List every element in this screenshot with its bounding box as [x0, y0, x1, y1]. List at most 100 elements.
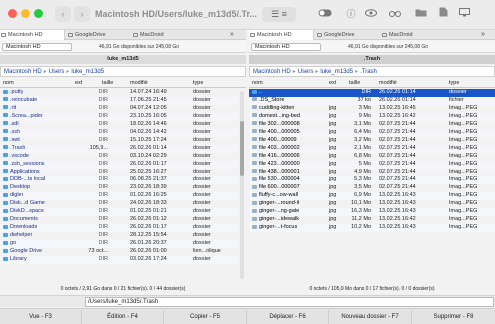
table-row[interactable]: ginger-...t-focus jpg 10,2 Mo 13.02.25 16:4… [249, 224, 495, 233]
more-tabs-icon[interactable]: » [228, 30, 242, 40]
header-size[interactable]: taille [349, 79, 360, 88]
table-row[interactable]: ginger-...round-it jpg 10,1 Mo 13.02.25 16:… [249, 200, 495, 208]
cell-name: cuddling-kitten [252, 105, 294, 113]
table-row[interactable]: file 530...000004 jpg 5,3 Mo 02.07.25 21:44… [249, 176, 495, 185]
header-modified[interactable]: modifié [130, 79, 148, 88]
table-row[interactable]: ginger-...ng-gate jpg 16,3 Mo 13.02.25 16:4… [249, 208, 495, 217]
left-file-list[interactable]: .putty DIR 14.07.24 16:49 dossier .reincubat… [0, 89, 238, 280]
command-line-input[interactable]: /Users/luke_m13d5/.Trash [85, 297, 494, 307]
edit-button[interactable]: Édition - F4 [82, 310, 164, 324]
crumb-users[interactable]: Users [49, 69, 65, 75]
right-tab-googledrive[interactable]: GoogleDrive [316, 30, 379, 40]
table-row[interactable]: Library DIR 03.02.26 17:24 dossier [0, 256, 238, 264]
delete-button[interactable]: Supprimer - F8 [412, 310, 495, 324]
folder-icon[interactable] [414, 7, 428, 22]
grid-view-icon[interactable]: ≡ [282, 9, 287, 19]
table-row[interactable]: Applications DIR 25.02.25 16:27 dossier [0, 169, 238, 177]
table-row[interactable]: .DS_Store 37 ko 26.02.26 01:14 fichier [249, 96, 495, 105]
table-row[interactable]: .sdl DIR 18.02.26 14:46 dossier [0, 121, 238, 129]
left-tab-macdroid[interactable]: MacDroid [132, 30, 192, 40]
header-modified[interactable]: modifié [379, 79, 397, 88]
table-row[interactable]: Documents DIR 26.02.26 01:12 dossier [0, 216, 238, 224]
right-file-list[interactable]: .. DIR 26.02.26 01:14 dossier .DS_Store 37 ko… [249, 89, 495, 280]
view-mode-toggle[interactable]: ☰ ≡ [262, 7, 296, 22]
table-row[interactable]: .swt DIR 15.10.25 17:24 dossier [0, 137, 238, 145]
table-row[interactable]: cuddling-kitten jpg 3 Mo 13.02.25 16:45 Imag… [249, 105, 495, 113]
zoom-window-button[interactable] [34, 9, 43, 18]
table-row[interactable]: Google Drive 73 oct... 26.02.26 01:00 lien.… [0, 248, 238, 256]
cell-date: 26.02.26 01:12 [130, 216, 167, 223]
left-tab-googledrive[interactable]: GoogleDrive [67, 30, 130, 40]
toggle-icon[interactable] [317, 7, 333, 22]
left-drive-select[interactable]: Macintosh HD [2, 43, 72, 51]
left-scrollbar[interactable] [240, 91, 244, 279]
table-row[interactable]: .Screa...pider DIR 23.10.25 16:05 dossier [0, 112, 238, 121]
forward-icon[interactable]: › [74, 6, 90, 22]
table-row[interactable]: Disk...d Game DIR 24.02.26 18:33 dossier [0, 200, 238, 208]
file-icon[interactable] [436, 7, 450, 22]
table-row[interactable]: file 302...000008 jpg 3,1 Mo 02.07.25 21:44… [249, 121, 495, 129]
list-view-icon[interactable]: ☰ [271, 9, 279, 19]
right-tab-macintosh-hd[interactable]: Macintosh HD [249, 30, 314, 40]
table-row[interactable]: .vscode DIR 03.10.24 02:29 dossier [0, 153, 238, 161]
table-row[interactable]: file 400...00009 jpg 3,2 Mo 02.07.25 21:44 I… [249, 137, 495, 145]
view-button[interactable]: Vue - F3 [0, 310, 82, 324]
minimize-window-button[interactable] [21, 9, 30, 18]
folder-icon [3, 240, 8, 245]
right-tab-macdroid[interactable]: MacDroid [381, 30, 441, 40]
header-type[interactable]: type [193, 79, 203, 88]
table-row[interactable]: .. DIR 26.02.26 01:14 dossier [249, 89, 495, 97]
table-row[interactable]: DDB-...ts local DIR 06.08.25 21:37 dossier [0, 176, 238, 185]
table-row[interactable]: file 600...000007 jpg 3,5 Mo 02.07.25 21:44… [249, 184, 495, 192]
left-tab-macintosh-hd[interactable]: Macintosh HD [0, 30, 65, 40]
binoculars-icon[interactable] [388, 7, 402, 22]
table-row[interactable]: Desktop DIR 23.02.26 18:39 dossier [0, 184, 238, 192]
header-ext[interactable]: ext [75, 79, 82, 88]
table-row[interactable]: .reincubate DIR 17.06.25 21:45 dossier [0, 96, 238, 105]
table-row[interactable]: fluffy-c...ow-wall jpg 6,9 Mo 13.02.25 16:4… [249, 192, 495, 201]
crumb-trash[interactable]: .Trash [360, 69, 377, 75]
right-drive-select[interactable]: Macintosh HD [251, 43, 321, 51]
folder-icon [3, 153, 8, 158]
close-window-button[interactable] [8, 9, 17, 18]
header-name[interactable]: nom [3, 79, 14, 88]
monitor-icon[interactable] [457, 7, 471, 22]
table-row[interactable]: dwhelper DIR 28.12.25 15:54 dossier [0, 232, 238, 240]
table-row[interactable]: .ssh DIR 04.02.26 14:42 dossier [0, 128, 238, 137]
table-row[interactable]: file 400...000005 jpg 6,4 Mo 02.07.25 21:44… [249, 128, 495, 137]
table-row[interactable]: .zsh_sessions DIR 26.02.26 01:17 dossier [0, 160, 238, 169]
table-row[interactable]: go DIR 26.01.26 20:37 dossier [0, 240, 238, 249]
left-scroll-thumb[interactable] [240, 121, 244, 176]
header-size[interactable]: taille [102, 79, 113, 88]
eye-icon[interactable] [364, 7, 378, 22]
file-name: file 530...000004 [259, 176, 300, 183]
new-folder-button[interactable]: Nouveau dossier - F7 [329, 310, 412, 324]
table-row[interactable]: file 416...000006 jpg 6,8 Mo 02.07.25 21:44… [249, 153, 495, 161]
copy-button[interactable]: Copier - F5 [164, 310, 247, 324]
crumb-macintosh-hd[interactable]: Macintosh HD [4, 69, 42, 75]
cell-date: 26.02.26 01:14 [379, 89, 416, 95]
folder-icon [3, 137, 8, 142]
table-row[interactable]: .rtt DIR 04.07.24 12:05 dossier [0, 105, 238, 113]
back-icon[interactable]: ‹ [55, 6, 71, 22]
table-row[interactable]: file 423...000000 jpg 5 Mo 02.07.25 21:44 Im… [249, 160, 495, 169]
table-row[interactable]: DiskD...space DIR 01.02.25 01:21 dossier [0, 208, 238, 217]
table-row[interactable]: domest...ing-bed jpg 9 Mo 13.02.25 16:42 Ima… [249, 112, 495, 121]
crumb-luke[interactable]: luke_m13d5 [71, 69, 104, 75]
move-button[interactable]: Déplacer - F6 [247, 310, 329, 324]
table-row[interactable]: file 403...000002 jpg 2,1 Mo 02.07.25 21:44… [249, 144, 495, 153]
table-row[interactable]: digler DIR 01.02.26 16:25 dossier [0, 192, 238, 201]
table-row[interactable]: .putty DIR 14.07.24 16:49 dossier [0, 89, 238, 97]
table-row[interactable]: ginger-...idewalk jpg 11,2 Mo 13.02.25 16:4… [249, 216, 495, 224]
crumb-macintosh-hd[interactable]: Macintosh HD [253, 69, 291, 75]
table-row[interactable]: file 438...000001 jpg 4,9 Mo 02.07.25 21:44… [249, 169, 495, 177]
info-icon[interactable]: ⓘ [345, 7, 357, 22]
more-tabs-icon[interactable]: » [479, 30, 493, 40]
header-ext[interactable]: ext [329, 79, 336, 88]
header-type[interactable]: type [449, 79, 459, 88]
table-row[interactable]: Downloads DIR 26.02.26 01:17 dossier [0, 224, 238, 233]
header-name[interactable]: nom [252, 79, 263, 88]
table-row[interactable]: .Trash 105,9... 26.02.26 01:14 dossier [0, 144, 238, 153]
crumb-users[interactable]: Users [298, 69, 314, 75]
crumb-luke[interactable]: luke_m13d5 [320, 69, 353, 75]
